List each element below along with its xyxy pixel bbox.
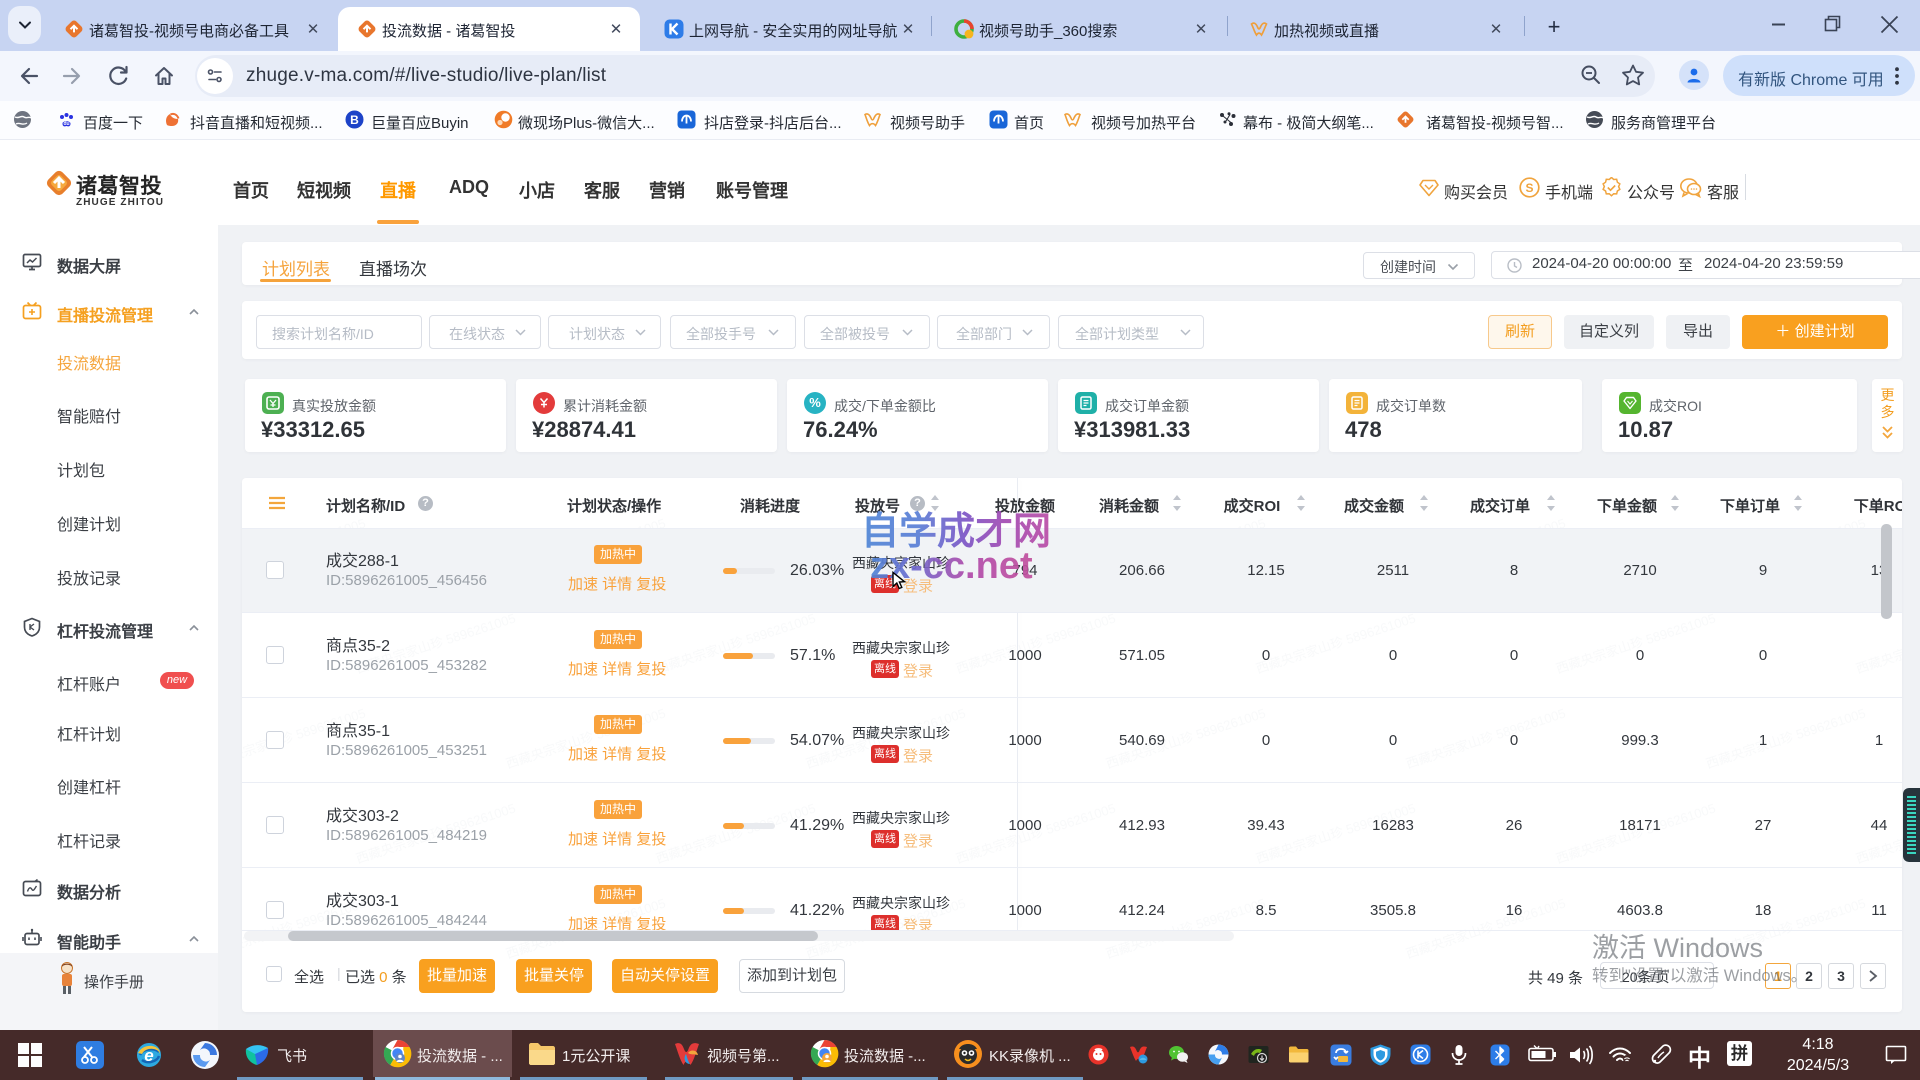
svg-text:B: B <box>350 113 359 127</box>
svg-text:S: S <box>1525 181 1533 195</box>
svg-text:du: du <box>63 121 69 127</box>
svg-text:e: e <box>144 1046 153 1065</box>
